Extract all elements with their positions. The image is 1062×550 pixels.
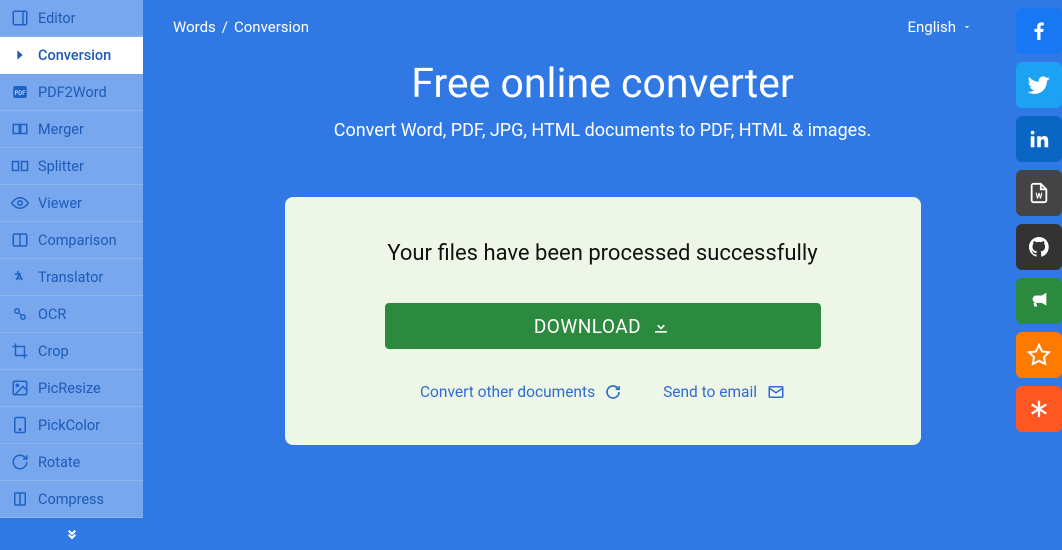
conversion-icon (10, 45, 30, 65)
github-button[interactable] (1016, 224, 1062, 270)
star-icon (1027, 343, 1051, 367)
sidebar-item-picresize[interactable]: PicResize (0, 370, 143, 407)
word-doc-button[interactable]: W (1016, 170, 1062, 216)
word-doc-icon: W (1028, 182, 1050, 204)
breadcrumb-current: Conversion (234, 18, 309, 36)
sidebar-item-label: Compress (38, 491, 104, 508)
refresh-icon (605, 384, 621, 400)
sidebar-item-label: Crop (38, 343, 69, 360)
ocr-icon (10, 304, 30, 324)
linkedin-icon (1028, 128, 1050, 150)
sidebar: Editor Conversion PDF PDF2Word Merger Sp… (0, 0, 143, 535)
top-row: Words / Conversion English (143, 18, 1062, 36)
sidebar-item-pickcolor[interactable]: PickColor (0, 407, 143, 444)
sidebar-item-compress[interactable]: Compress (0, 481, 143, 518)
download-label: DOWNLOAD (534, 315, 641, 338)
sidebar-item-merger[interactable]: Merger (0, 111, 143, 148)
pickcolor-icon (10, 415, 30, 435)
sidebar-item-label: Merger (38, 121, 84, 138)
page-title: Free online converter (411, 60, 794, 108)
pdf2word-icon: PDF (10, 82, 30, 102)
breadcrumb-separator: / (222, 18, 228, 36)
sidebar-item-label: Conversion (38, 47, 111, 64)
merger-icon (10, 119, 30, 139)
sidebar-expand-toggle[interactable] (0, 518, 143, 550)
chevron-down-icon (962, 22, 972, 32)
main-content: Words / Conversion English Free online c… (143, 0, 1062, 535)
sidebar-item-label: PDF2Word (38, 84, 107, 101)
success-message: Your files have been processed successfu… (387, 237, 817, 271)
sidebar-item-editor[interactable]: Editor (0, 0, 143, 37)
sidebar-item-translator[interactable]: Translator (0, 259, 143, 296)
sidebar-item-label: Viewer (38, 195, 82, 212)
asterisk-icon (1028, 398, 1050, 420)
download-button[interactable]: DOWNLOAD (385, 303, 821, 349)
comparison-icon (10, 230, 30, 250)
editor-icon (10, 8, 30, 28)
linkedin-button[interactable] (1016, 116, 1062, 162)
sidebar-item-label: Editor (38, 10, 76, 27)
sidebar-item-splitter[interactable]: Splitter (0, 148, 143, 185)
sidebar-item-label: Comparison (38, 232, 117, 249)
language-label: English (907, 18, 956, 36)
share-button[interactable] (1016, 386, 1062, 432)
sidebar-item-viewer[interactable]: Viewer (0, 185, 143, 222)
result-card: Your files have been processed successfu… (285, 197, 921, 445)
card-actions: Convert other documents Send to email (420, 383, 785, 401)
facebook-button[interactable] (1016, 8, 1062, 54)
github-icon (1027, 235, 1051, 259)
convert-other-label: Convert other documents (420, 383, 595, 401)
sidebar-item-ocr[interactable]: OCR (0, 296, 143, 333)
announce-button[interactable] (1016, 278, 1062, 324)
sidebar-item-label: Splitter (38, 158, 84, 175)
sidebar-item-label: OCR (38, 306, 66, 323)
page-subtitle: Convert Word, PDF, JPG, HTML documents t… (334, 120, 872, 141)
facebook-icon (1027, 19, 1051, 43)
translator-icon (10, 267, 30, 287)
viewer-icon (10, 193, 30, 213)
twitter-button[interactable] (1016, 62, 1062, 108)
rotate-icon (10, 452, 30, 472)
twitter-icon (1026, 72, 1052, 98)
download-icon (651, 316, 671, 336)
email-icon (767, 383, 785, 401)
chevrons-down-icon (64, 526, 80, 542)
compress-icon (10, 489, 30, 509)
send-email-link[interactable]: Send to email (663, 383, 785, 401)
svg-text:W: W (1036, 192, 1043, 201)
crop-icon (10, 341, 30, 361)
sidebar-item-label: PickColor (38, 417, 100, 434)
sidebar-item-pdf2word[interactable]: PDF PDF2Word (0, 74, 143, 111)
convert-other-link[interactable]: Convert other documents (420, 383, 621, 401)
send-email-label: Send to email (663, 383, 757, 401)
sidebar-item-rotate[interactable]: Rotate (0, 444, 143, 481)
splitter-icon (10, 156, 30, 176)
favorite-button[interactable] (1016, 332, 1062, 378)
bullhorn-icon (1028, 290, 1050, 312)
language-selector[interactable]: English (907, 18, 972, 36)
sidebar-item-crop[interactable]: Crop (0, 333, 143, 370)
sidebar-item-conversion[interactable]: Conversion (0, 37, 143, 74)
breadcrumb-root[interactable]: Words (173, 18, 216, 36)
sidebar-item-label: PicResize (38, 380, 101, 397)
sidebar-item-label: Rotate (38, 454, 80, 471)
picresize-icon (10, 378, 30, 398)
sidebar-item-label: Translator (38, 269, 103, 286)
svg-text:PDF: PDF (14, 90, 26, 97)
social-rail: W (1016, 8, 1062, 432)
sidebar-item-comparison[interactable]: Comparison (0, 222, 143, 259)
breadcrumb: Words / Conversion (173, 18, 309, 36)
